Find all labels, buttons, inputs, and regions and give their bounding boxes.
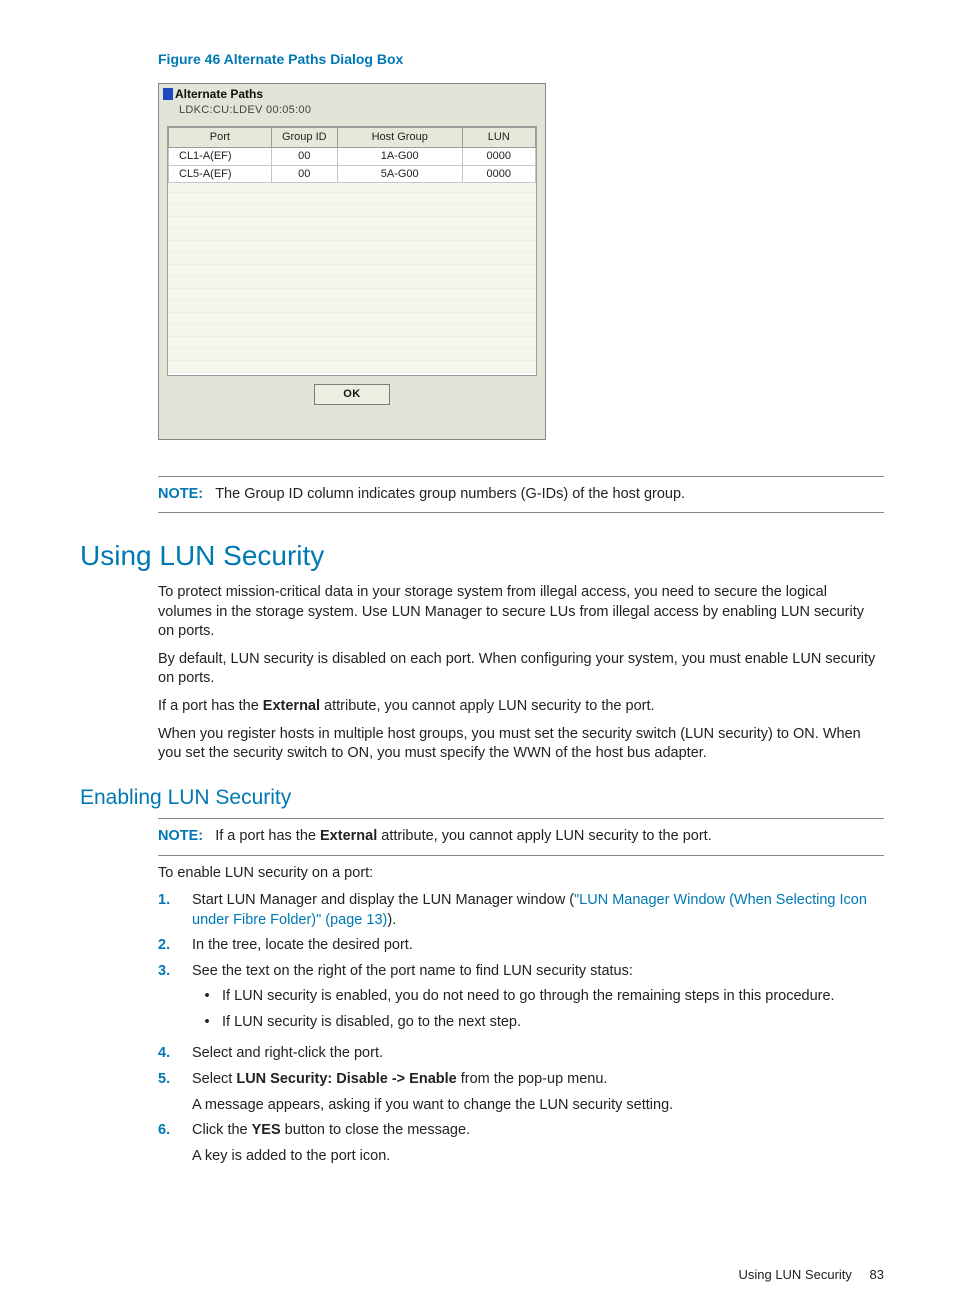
figure-caption: Figure 46 Alternate Paths Dialog Box (158, 50, 884, 69)
col-lun[interactable]: LUN (462, 127, 535, 147)
paragraph: To protect mission-critical data in your… (158, 583, 884, 642)
step-number: 6. (158, 1121, 192, 1166)
step-item: 3. See the text on the right of the port… (158, 962, 884, 1039)
intro-text: To enable LUN security on a port: (158, 864, 884, 884)
step-number: 2. (158, 936, 192, 956)
text: from the pop-up menu. (457, 1071, 608, 1087)
dialog-table-wrap: Port Group ID Host Group LUN CL1-A(EF) 0… (167, 126, 537, 376)
text: ). (387, 912, 396, 928)
text: Start LUN Manager and display the LUN Ma… (192, 892, 574, 908)
step-item: 4. Select and right-click the port. (158, 1044, 884, 1064)
step-text: Start LUN Manager and display the LUN Ma… (192, 891, 884, 930)
text: attribute, you cannot apply LUN security… (377, 828, 711, 844)
step-item: 6. Click the YES button to close the mes… (158, 1121, 884, 1166)
dialog-title: Alternate Paths (175, 86, 263, 102)
bullets-list: If LUN security is enabled, you do not n… (192, 987, 884, 1032)
text-bold: LUN Security: Disable -> Enable (236, 1071, 456, 1087)
table-row[interactable]: CL1-A(EF) 00 1A-G00 0000 (169, 147, 536, 165)
text: Click the (192, 1122, 252, 1138)
table-empty-area (168, 183, 536, 373)
step-number: 4. (158, 1044, 192, 1064)
text: If a port has the (215, 828, 320, 844)
step-text: Select and right-click the port. (192, 1044, 884, 1064)
cell-lun: 0000 (462, 165, 535, 183)
steps-list: 1. Start LUN Manager and display the LUN… (158, 891, 884, 1166)
step-item: 1. Start LUN Manager and display the LUN… (158, 891, 884, 930)
bullet-item: If LUN security is enabled, you do not n… (192, 987, 884, 1007)
cell-group-id: 00 (271, 147, 337, 165)
step-item: 5. Select LUN Security: Disable -> Enabl… (158, 1070, 884, 1115)
table-row[interactable]: CL5-A(EF) 00 5A-G00 0000 (169, 165, 536, 183)
paragraph: If a port has the External attribute, yo… (158, 697, 884, 717)
cell-host-group: 1A-G00 (337, 147, 462, 165)
note-block: NOTE: If a port has the External attribu… (158, 818, 884, 856)
paragraph: When you register hosts in multiple host… (158, 725, 884, 764)
step-number: 3. (158, 962, 192, 1039)
cell-port: CL1-A(EF) (169, 147, 272, 165)
text: If a port has the (158, 698, 263, 714)
step-text: Select LUN Security: Disable -> Enable f… (192, 1070, 884, 1115)
text: button to close the message. (281, 1122, 470, 1138)
step-subtext: A message appears, asking if you want to… (192, 1096, 884, 1116)
cell-port: CL5-A(EF) (169, 165, 272, 183)
col-port[interactable]: Port (169, 127, 272, 147)
dialog-subtitle: LDKC:CU:LDEV 00:05:00 (179, 103, 545, 118)
cell-group-id: 00 (271, 165, 337, 183)
dialog-icon (163, 88, 173, 100)
text: If LUN security is disabled, go to the n… (222, 1013, 521, 1033)
cell-lun: 0000 (462, 147, 535, 165)
text-bold: External (263, 698, 320, 714)
step-subtext: A key is added to the port icon. (192, 1147, 884, 1167)
step-number: 1. (158, 891, 192, 930)
step-item: 2. In the tree, locate the desired port. (158, 936, 884, 956)
step-text: In the tree, locate the desired port. (192, 936, 884, 956)
note-label: NOTE: (158, 486, 203, 502)
col-group-id[interactable]: Group ID (271, 127, 337, 147)
step-text: See the text on the right of the port na… (192, 962, 884, 1039)
cell-host-group: 5A-G00 (337, 165, 462, 183)
text: If LUN security is enabled, you do not n… (222, 987, 835, 1007)
ok-button[interactable]: OK (314, 384, 390, 405)
step-text: Click the YES button to close the messag… (192, 1121, 884, 1166)
text-bold: External (320, 828, 377, 844)
subsection-heading: Enabling LUN Security (80, 784, 884, 812)
note-block: NOTE: The Group ID column indicates grou… (158, 476, 884, 514)
page-footer: Using LUN Security 83 (80, 1266, 884, 1284)
alternate-paths-dialog: Alternate Paths LDKC:CU:LDEV 00:05:00 Po… (158, 83, 546, 440)
table-header-row: Port Group ID Host Group LUN (169, 127, 536, 147)
text: See the text on the right of the port na… (192, 963, 633, 979)
note-text: The Group ID column indicates group numb… (215, 486, 685, 502)
dialog-titlebar: Alternate Paths (159, 84, 545, 102)
text: attribute, you cannot apply LUN security… (320, 698, 654, 714)
col-host-group[interactable]: Host Group (337, 127, 462, 147)
note-label: NOTE: (158, 828, 203, 844)
step-number: 5. (158, 1070, 192, 1115)
paragraph: By default, LUN security is disabled on … (158, 650, 884, 689)
dialog-button-row: OK (159, 382, 545, 439)
bullet-item: If LUN security is disabled, go to the n… (192, 1013, 884, 1033)
footer-title: Using LUN Security (738, 1267, 851, 1282)
text-bold: YES (252, 1122, 281, 1138)
section-heading: Using LUN Security (80, 537, 884, 575)
alternate-paths-table: Port Group ID Host Group LUN CL1-A(EF) 0… (168, 127, 536, 184)
text: Select (192, 1071, 236, 1087)
page-number: 83 (870, 1267, 884, 1282)
